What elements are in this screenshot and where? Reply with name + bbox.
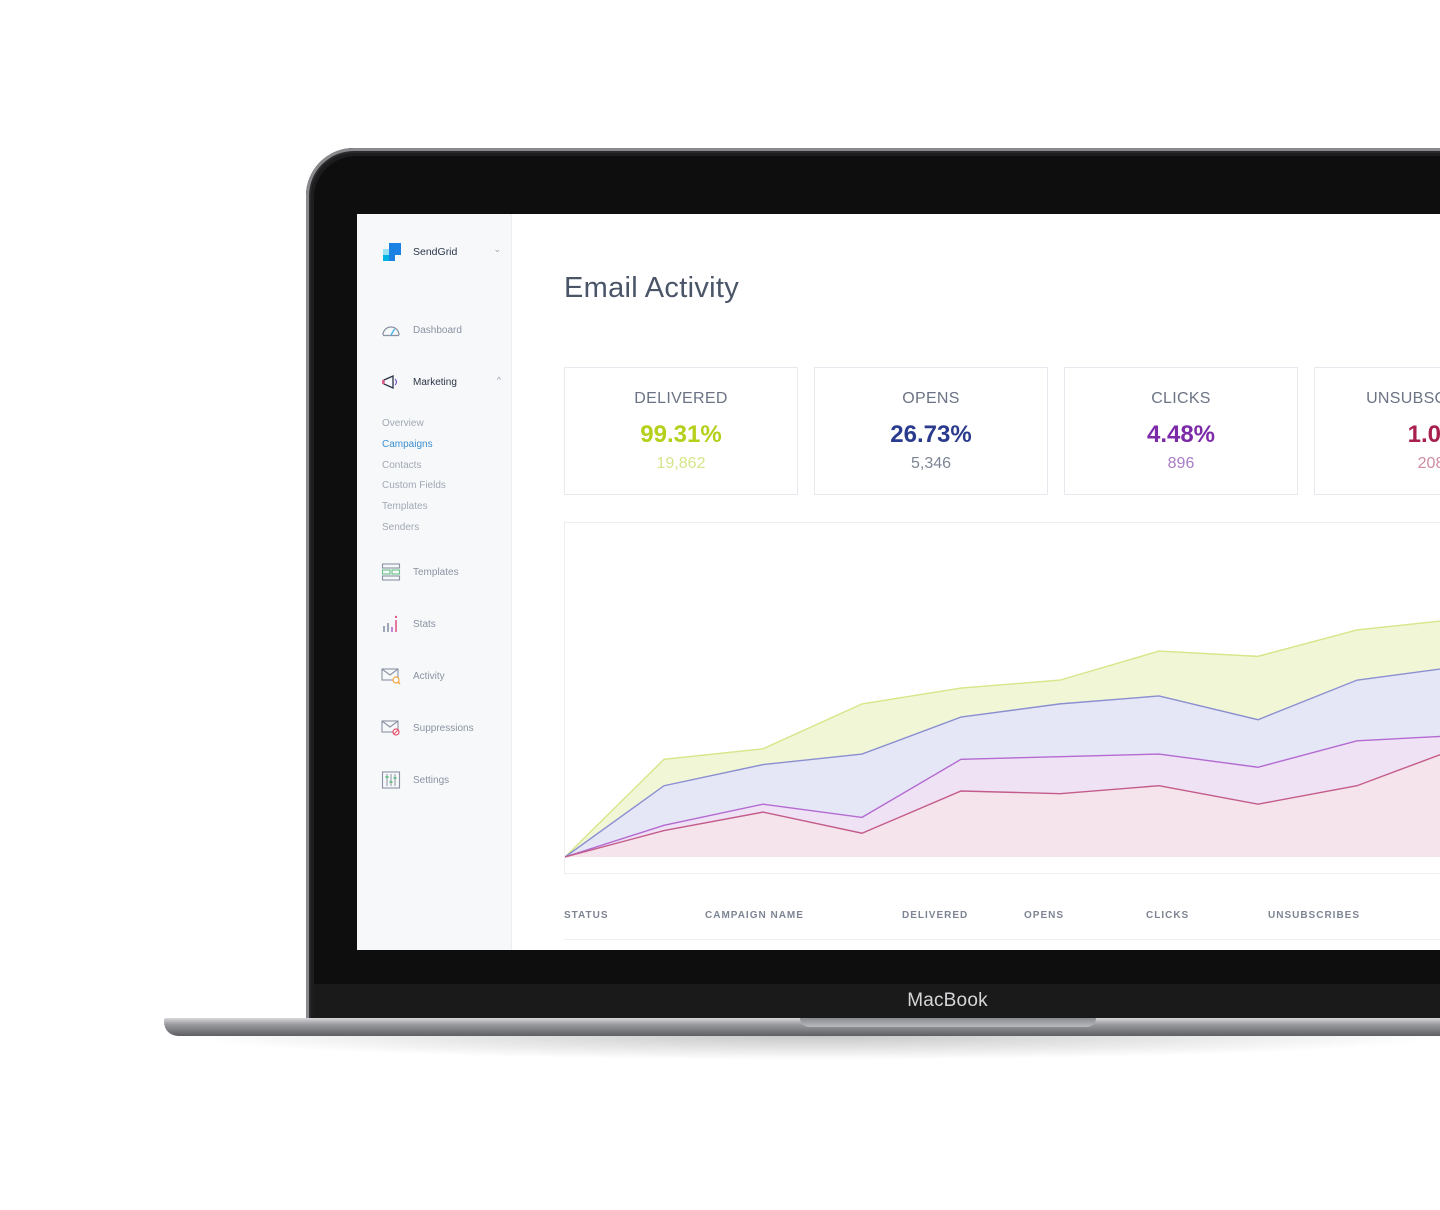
subnav-item-templates[interactable]: Templates (382, 500, 446, 521)
stat-card-unsubscribes[interactable]: UNSUBSCRIBES 1.04 208 (1314, 367, 1440, 495)
stat-count: 896 (1167, 455, 1195, 472)
templates-icon (381, 563, 401, 581)
subnav-item-contacts[interactable]: Contacts (382, 459, 446, 480)
brand-switcher[interactable]: SendGrid ⌄ (383, 242, 501, 262)
sidebar-item-templates[interactable]: Templates (381, 562, 501, 582)
sidebar-item-dashboard[interactable]: Dashboard (381, 320, 501, 340)
subnav-item-custom-fields[interactable]: Custom Fields (382, 479, 446, 500)
sliders-icon (381, 771, 401, 789)
table-header: STATUS CAMPAIGN NAME DELIVERED OPENS CLI… (564, 910, 1440, 924)
sidebar-item-label: Stats (413, 618, 436, 630)
column-header-opens[interactable]: OPENS (1024, 910, 1064, 921)
device-brand-label: MacBook (907, 990, 988, 1011)
chevron-up-icon: ^ (496, 375, 501, 385)
column-header-clicks[interactable]: CLICKS (1146, 910, 1189, 921)
gauge-icon (381, 321, 401, 339)
sendgrid-logo-icon (383, 243, 401, 261)
main-content: Email Activity DELIVERED 99.31% 19,862 O… (511, 214, 1440, 950)
column-header-status[interactable]: STATUS (564, 910, 609, 921)
column-header-unsubscribes[interactable]: UNSUBSCRIBES (1268, 910, 1360, 921)
sidebar-item-label: Dashboard (413, 324, 462, 336)
table-divider (564, 939, 1440, 940)
stat-percent: 99.31% (640, 421, 722, 448)
subnav-item-senders[interactable]: Senders (382, 521, 446, 542)
stat-card-opens[interactable]: OPENS 26.73% 5,346 (814, 367, 1048, 495)
stat-percent: 1.04 (1407, 421, 1440, 448)
sidebar-item-label: Templates (413, 566, 459, 578)
stat-count: 19,862 (656, 455, 706, 472)
subnav-item-campaigns[interactable]: Campaigns (382, 438, 446, 459)
sidebar-item-stats[interactable]: Stats (381, 614, 501, 634)
sidebar-item-suppressions[interactable]: Suppressions (381, 718, 501, 738)
brand-name: SendGrid (413, 246, 458, 258)
sidebar-item-label: Marketing (413, 376, 457, 388)
stat-label: DELIVERED (634, 390, 728, 407)
column-header-campaign-name[interactable]: CAMPAIGN NAME (705, 910, 804, 921)
sidebar-item-marketing[interactable]: Marketing ^ (381, 372, 501, 392)
stat-count: 5,346 (910, 455, 952, 472)
stat-percent: 26.73% (890, 421, 972, 448)
marketing-subnav: Overview Campaigns Contacts Custom Field… (382, 417, 446, 542)
sidebar-item-settings[interactable]: Settings (381, 770, 501, 790)
mail-block-icon (381, 719, 401, 737)
app-screen: SendGrid ⌄ Dashboard Marketing ^ Overvie… (357, 214, 1440, 950)
sidebar-item-label: Activity (413, 670, 445, 682)
laptop-chin (314, 984, 1440, 1020)
stat-card-delivered[interactable]: DELIVERED 99.31% 19,862 (564, 367, 798, 495)
laptop-shadow (180, 1036, 1440, 1060)
stat-label: OPENS (902, 390, 960, 407)
mail-search-icon (381, 667, 401, 685)
stat-label: CLICKS (1151, 390, 1211, 407)
sidebar-item-label: Suppressions (413, 722, 474, 734)
laptop-notch (800, 1018, 1096, 1027)
chevron-down-icon: ⌄ (493, 244, 501, 254)
stat-card-clicks[interactable]: CLICKS 4.48% 896 (1064, 367, 1298, 495)
sidebar-item-label: Settings (413, 774, 450, 786)
subnav-item-overview[interactable]: Overview (382, 417, 446, 438)
megaphone-icon (381, 373, 401, 391)
page-title: Email Activity (564, 272, 740, 304)
bar-chart-icon (381, 615, 401, 633)
column-header-delivered[interactable]: DELIVERED (902, 910, 968, 921)
activity-chart-svg (565, 620, 1440, 858)
sidebar-item-activity[interactable]: Activity (381, 666, 501, 686)
stat-percent: 4.48% (1146, 421, 1216, 448)
stat-count: 208 (1417, 455, 1440, 472)
sidebar: SendGrid ⌄ Dashboard Marketing ^ Overvie… (357, 214, 512, 950)
activity-chart (564, 522, 1440, 874)
stat-label: UNSUBSCRIBES (1366, 390, 1440, 407)
